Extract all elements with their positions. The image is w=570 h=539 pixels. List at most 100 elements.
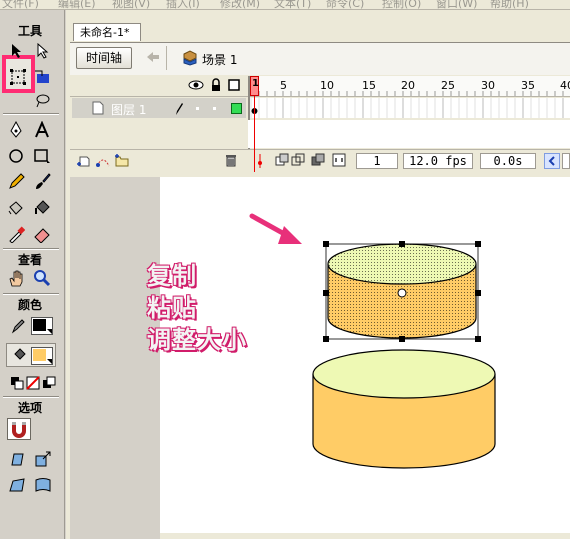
rotate-skew-button[interactable] [6,448,28,470]
pencil-icon [9,173,25,189]
zoom-tool[interactable] [31,267,53,289]
document-tab[interactable]: 未命名-1* [73,23,141,41]
menu-control[interactable]: 控制(O) [382,0,421,9]
layer-list-empty [70,120,248,148]
playhead-line [254,96,255,172]
timeline-scrollbar[interactable] [562,153,570,169]
modify-onion-markers-icon[interactable] [332,153,346,167]
layer-pencil-icon [176,103,183,115]
fill-color-fill [33,349,46,361]
menu-help[interactable]: 帮助(H) [490,0,529,9]
snap-to-objects-button[interactable] [7,418,31,440]
menu-file[interactable]: 文件(F) [2,0,39,9]
menu-view[interactable]: 视图(V) [112,0,150,9]
free-transform-icon [10,69,26,85]
hand-tool[interactable] [5,267,27,289]
edit-multiple-frames-icon[interactable] [311,153,325,167]
center-frame-icon[interactable] [256,154,264,168]
stage-bottom-scrollbar [160,533,570,539]
tools-separator [3,293,59,295]
pen-icon [10,121,22,138]
menu-bar: 文件(F) 编辑(E) 视图(V) 插入(I) 修改(M) 文本(T) 命令(C… [0,0,570,10]
insert-layer-icon[interactable] [76,154,92,168]
brush-icon [36,173,51,189]
stroke-color-swatch[interactable] [31,317,53,335]
onion-skin-outlines-icon[interactable] [291,153,305,167]
scene-label[interactable]: 场景 1 [202,51,237,68]
menu-edit[interactable]: 编辑(E) [58,0,96,9]
lasso-icon [36,94,50,108]
annotation-resize: 调整大小 [147,325,247,354]
pencil-tool[interactable] [5,171,27,193]
menu-text[interactable]: 文本(T) [274,0,311,9]
fill-transform-tool[interactable] [31,66,53,88]
original-cylinder[interactable] [308,348,500,473]
elapsed-time-field: 0.0s [480,153,536,169]
scale-button[interactable] [32,448,54,470]
frame-grid [250,98,564,118]
menu-insert[interactable]: 插入(I) [166,0,200,9]
eye-icon[interactable] [188,79,204,91]
frame-tick-label: 40 [560,79,570,92]
frame-tick-label: 20 [401,79,415,92]
eyedropper-icon [9,226,25,243]
frame-rate-field[interactable]: 12.0 fps [403,153,473,169]
rectangle-tool[interactable] [31,145,53,167]
eyedropper-tool[interactable] [5,223,27,245]
scroll-left-button[interactable] [544,153,560,169]
fill-transform-icon [35,70,49,83]
layer-outline-color[interactable] [231,103,242,114]
paint-bucket-tool[interactable] [31,197,53,219]
back-arrow-icon[interactable] [145,50,161,67]
tools-separator [3,248,59,250]
frame-cells[interactable] [250,98,570,118]
paint-bucket-icon [35,200,50,214]
swap-colors-button[interactable] [38,372,60,394]
current-frame-field: 1 [356,153,398,169]
options-title: 选项 [17,401,42,415]
distort-button[interactable] [6,474,28,496]
annotation-arrow-icon [249,213,302,244]
outline-square-icon[interactable] [228,79,240,91]
stroke-color-dropdown-icon [47,329,52,334]
envelope-button[interactable] [32,474,54,496]
trash-icon[interactable] [224,153,238,167]
scene-divider [166,46,167,70]
selected-cylinder[interactable] [320,238,490,348]
ink-bottle-tool[interactable] [5,197,27,219]
menu-commands[interactable]: 命令(C) [326,0,364,9]
lasso-tool[interactable] [31,90,53,112]
view-title: 查看 [17,253,42,267]
menu-modify[interactable]: 修改(M) [220,0,260,9]
playhead[interactable]: 1 [250,76,259,96]
add-motion-guide-icon[interactable] [95,154,111,168]
tools-separator [3,396,59,398]
onion-skin-icon[interactable] [275,153,289,167]
fill-color-swatch[interactable] [31,347,53,365]
insert-folder-icon[interactable] [114,153,130,167]
oval-tool[interactable] [5,145,27,167]
layer-visible-dot[interactable] [196,107,199,110]
ink-bottle-icon [8,201,23,215]
distort-icon [9,478,25,492]
arrow-tool[interactable] [5,40,27,62]
eraser-tool[interactable] [31,223,53,245]
layer-name[interactable]: 图层 1 [111,101,146,118]
text-tool[interactable] [31,119,53,141]
pen-tool[interactable] [5,119,27,141]
subselect-tool[interactable] [31,40,53,62]
annotation-paste: 粘贴 [147,293,197,322]
frame-tick-label: 5 [280,79,287,92]
rectangle-icon [34,149,50,163]
free-transform-tool[interactable] [7,66,29,88]
tools-title: 工具 [17,24,42,38]
menu-window[interactable]: 窗口(W) [436,0,477,9]
layer-page-icon [92,101,104,115]
layer-lock-dot[interactable] [213,107,216,110]
fill-color-dropdown-icon [47,359,52,364]
scroll-left-icon [548,156,555,166]
stroke-color-fill [33,319,46,331]
brush-tool[interactable] [31,171,53,193]
timeline-toggle-button[interactable]: 时间轴 [76,47,132,69]
lock-icon[interactable] [210,78,222,92]
